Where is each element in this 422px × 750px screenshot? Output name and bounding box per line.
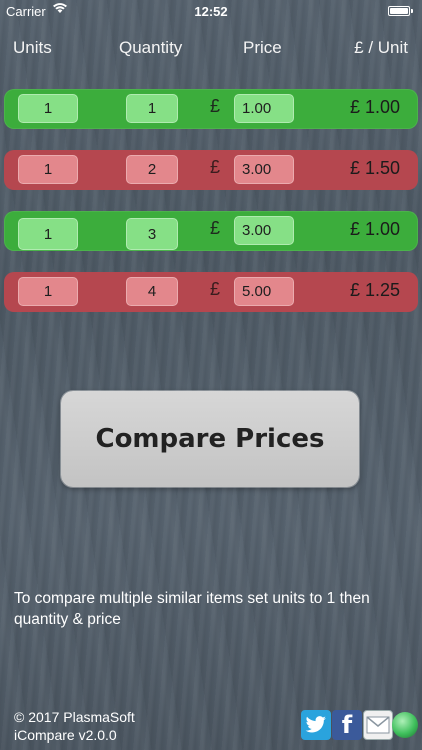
- price-per-unit: £ 1.50: [349, 158, 400, 178]
- header-per-unit: £ / Unit: [354, 38, 408, 57]
- facebook-icon[interactable]: f: [332, 710, 362, 740]
- column-headers: Units Quantity Price £ / Unit: [0, 38, 422, 62]
- price-input[interactable]: 3.00: [234, 216, 294, 245]
- quantity-input[interactable]: 1: [126, 94, 178, 123]
- price-per-unit: £ 1.00: [349, 219, 400, 239]
- twitter-icon[interactable]: [301, 710, 331, 740]
- quantity-input[interactable]: 2: [126, 155, 178, 184]
- units-input[interactable]: 1: [18, 94, 78, 123]
- units-input[interactable]: 1: [18, 218, 78, 250]
- header-quantity: Quantity: [119, 38, 183, 57]
- copyright-text: © 2017 PlasmaSoft: [14, 709, 135, 725]
- header-price: Price: [243, 38, 282, 57]
- globe-icon[interactable]: [392, 712, 418, 738]
- quantity-input[interactable]: 4: [126, 277, 178, 306]
- header-units: Units: [13, 38, 52, 57]
- price-per-unit: £ 1.00: [349, 97, 400, 117]
- mail-icon[interactable]: [363, 710, 393, 740]
- status-bar: Carrier 12:52: [0, 0, 422, 22]
- price-input[interactable]: 5.00: [234, 277, 294, 306]
- instructions-text: To compare multiple similar items set un…: [14, 590, 370, 628]
- units-input[interactable]: 1: [18, 155, 78, 184]
- currency-symbol: £: [210, 218, 221, 238]
- price-input[interactable]: 3.00: [234, 155, 294, 184]
- footer-info: © 2017 PlasmaSoft iCompare v2.0.0: [14, 708, 135, 744]
- battery-icon: [388, 6, 413, 16]
- currency-symbol: £: [210, 157, 221, 177]
- price-row: 1 2 £ 3.00 £ 1.50: [4, 150, 418, 190]
- quantity-input[interactable]: 3: [126, 218, 178, 250]
- price-per-unit: £ 1.25: [349, 280, 400, 300]
- currency-symbol: £: [210, 279, 221, 299]
- price-input[interactable]: 1.00: [234, 94, 294, 123]
- compare-prices-button[interactable]: Compare Prices: [61, 391, 359, 487]
- clock: 12:52: [194, 4, 228, 19]
- price-row: 1 1 £ 1.00 £ 1.00: [4, 89, 418, 129]
- currency-symbol: £: [210, 96, 221, 116]
- price-row: 1 4 £ 5.00 £ 1.25: [4, 272, 418, 312]
- version-text: iCompare v2.0.0: [14, 727, 117, 743]
- price-row: 1 3 £ 3.00 £ 1.00: [4, 211, 418, 251]
- units-input[interactable]: 1: [18, 277, 78, 306]
